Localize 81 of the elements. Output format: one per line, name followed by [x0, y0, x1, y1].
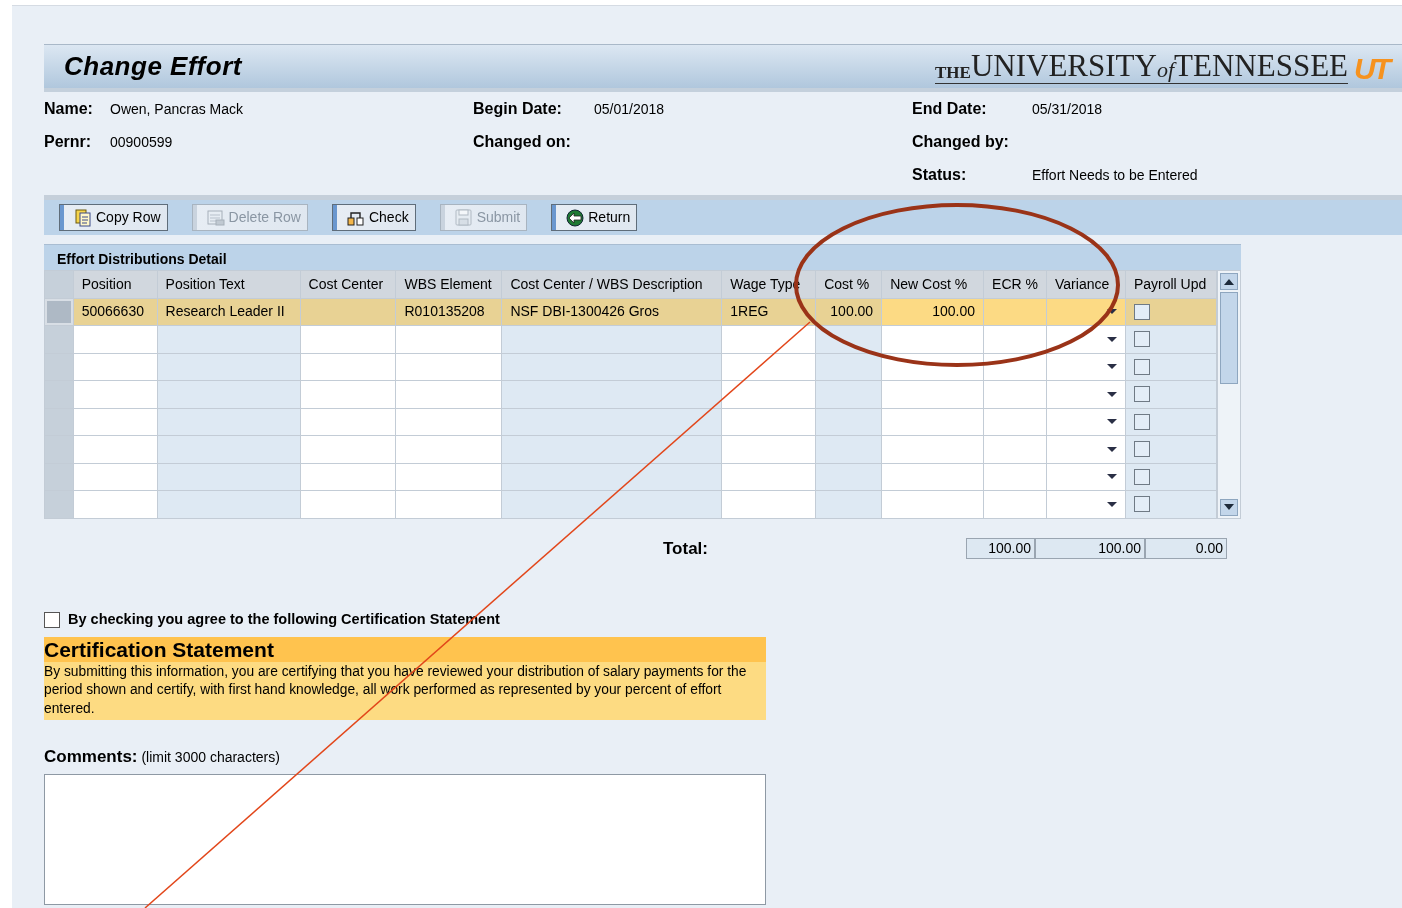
checkbox[interactable]: [1133, 358, 1150, 375]
table-cell: NSF DBI-1300426 Gros: [501, 298, 722, 326]
row-selector[interactable]: [44, 435, 74, 463]
column-header[interactable]: Variance: [1046, 270, 1126, 298]
field-value: 05/31/2018: [1032, 100, 1103, 119]
column-header[interactable]: Cost Center: [300, 270, 396, 298]
field-value: Owen, Pancras Mack: [110, 100, 244, 119]
dropdown-arrow-icon: [1106, 446, 1117, 452]
checkbox[interactable]: [44, 611, 60, 628]
row-selector[interactable]: [44, 353, 74, 381]
column-header[interactable]: Position Text: [157, 270, 300, 298]
row-selector[interactable]: [44, 490, 74, 518]
dropdown-arrow-icon: [1106, 474, 1117, 480]
dropdown-cell[interactable]: [1046, 463, 1126, 491]
up-arrow-icon: [1224, 278, 1234, 285]
scroll-down-button[interactable]: [1220, 498, 1238, 516]
row-selector[interactable]: [44, 325, 74, 353]
table-cell: 50066630: [73, 298, 158, 326]
checkbox[interactable]: [1133, 413, 1150, 430]
certification-title: Certification Statement: [44, 636, 766, 662]
column-header[interactable]: Position: [73, 270, 158, 298]
checkbox[interactable]: [1133, 468, 1150, 485]
column-header[interactable]: Payroll Upd: [1125, 270, 1217, 298]
comments-field[interactable]: [44, 774, 766, 906]
down-arrow-icon: [1224, 504, 1234, 510]
dropdown-cell[interactable]: [1046, 490, 1126, 518]
total-value: 100.00: [1035, 537, 1145, 559]
field-label: End Date:: [912, 99, 988, 119]
logo-text: THEUNIVERSITYofTENNESSEE: [935, 49, 1348, 84]
dropdown-arrow-icon: [1106, 391, 1117, 397]
checkbox[interactable]: [1133, 386, 1150, 403]
scroll-up-button[interactable]: [1220, 273, 1238, 290]
total-value: 0.00: [1145, 537, 1227, 559]
field-label: Pernr:: [44, 132, 93, 152]
dropdown-arrow-icon: [1106, 364, 1117, 370]
row-header: [44, 270, 74, 298]
table-row[interactable]: 50066630 Research Leader II R010135208 NSF DBI-1300426 Gros 1REG 100.00 100.00: [44, 298, 1217, 326]
field-label: Status:: [912, 165, 968, 185]
row-selector[interactable]: [44, 298, 74, 326]
total-label: Total:: [663, 537, 709, 560]
row-selector[interactable]: [44, 380, 74, 408]
copy-icon: [74, 208, 92, 227]
table-cell: 100.00: [881, 298, 984, 326]
dropdown-cell[interactable]: [1046, 435, 1126, 463]
column-header[interactable]: New Cost %: [881, 270, 984, 298]
field-label: Changed on:: [473, 132, 572, 152]
column-header[interactable]: ECR %: [983, 270, 1047, 298]
toolbar-button[interactable]: Return: [551, 204, 638, 231]
comments-label: Comments:: [44, 746, 138, 766]
dropdown-cell[interactable]: [1046, 408, 1126, 436]
dropdown-cell[interactable]: [1046, 380, 1126, 408]
checkbox[interactable]: [1133, 496, 1150, 513]
page-title: Change Effort: [64, 50, 242, 83]
total-value: 100.00: [966, 537, 1035, 559]
dropdown-cell[interactable]: [1046, 353, 1126, 381]
section-title: Effort Distributions Detail: [44, 244, 1241, 270]
table-row[interactable]: [44, 353, 1217, 381]
row-selector[interactable]: [44, 408, 74, 436]
field-label: Changed by:: [912, 132, 1010, 152]
row-selector[interactable]: [44, 463, 74, 491]
checkbox[interactable]: [1133, 331, 1150, 348]
table-cell: Research Leader II: [157, 298, 300, 326]
toolbar-button[interactable]: Copy Row: [59, 204, 168, 231]
document-icon: [206, 208, 225, 227]
field-value: 05/01/2018: [594, 100, 665, 119]
column-header[interactable]: Cost Center / WBS Description: [501, 270, 722, 298]
checkbox[interactable]: [1133, 441, 1150, 458]
field-label: Begin Date:: [473, 99, 563, 119]
checkbox[interactable]: [1133, 303, 1150, 320]
dropdown-arrow-icon: [1106, 419, 1117, 425]
dropdown-arrow-icon: [1106, 336, 1117, 342]
column-header[interactable]: WBS Element: [395, 270, 502, 298]
table-cell: R010135208: [395, 298, 502, 326]
comments-hint: (limit 3000 characters): [141, 748, 280, 765]
scrollbar-thumb[interactable]: [1220, 292, 1238, 384]
toolbar-button[interactable]: Check: [331, 204, 416, 231]
field-label: Name:: [44, 99, 94, 119]
column-header[interactable]: Cost %: [815, 270, 882, 298]
field-value: Effort Needs to be Entered: [1032, 166, 1198, 185]
field-value: 00900599: [110, 133, 173, 152]
dropdown-arrow-icon: [1106, 501, 1117, 507]
